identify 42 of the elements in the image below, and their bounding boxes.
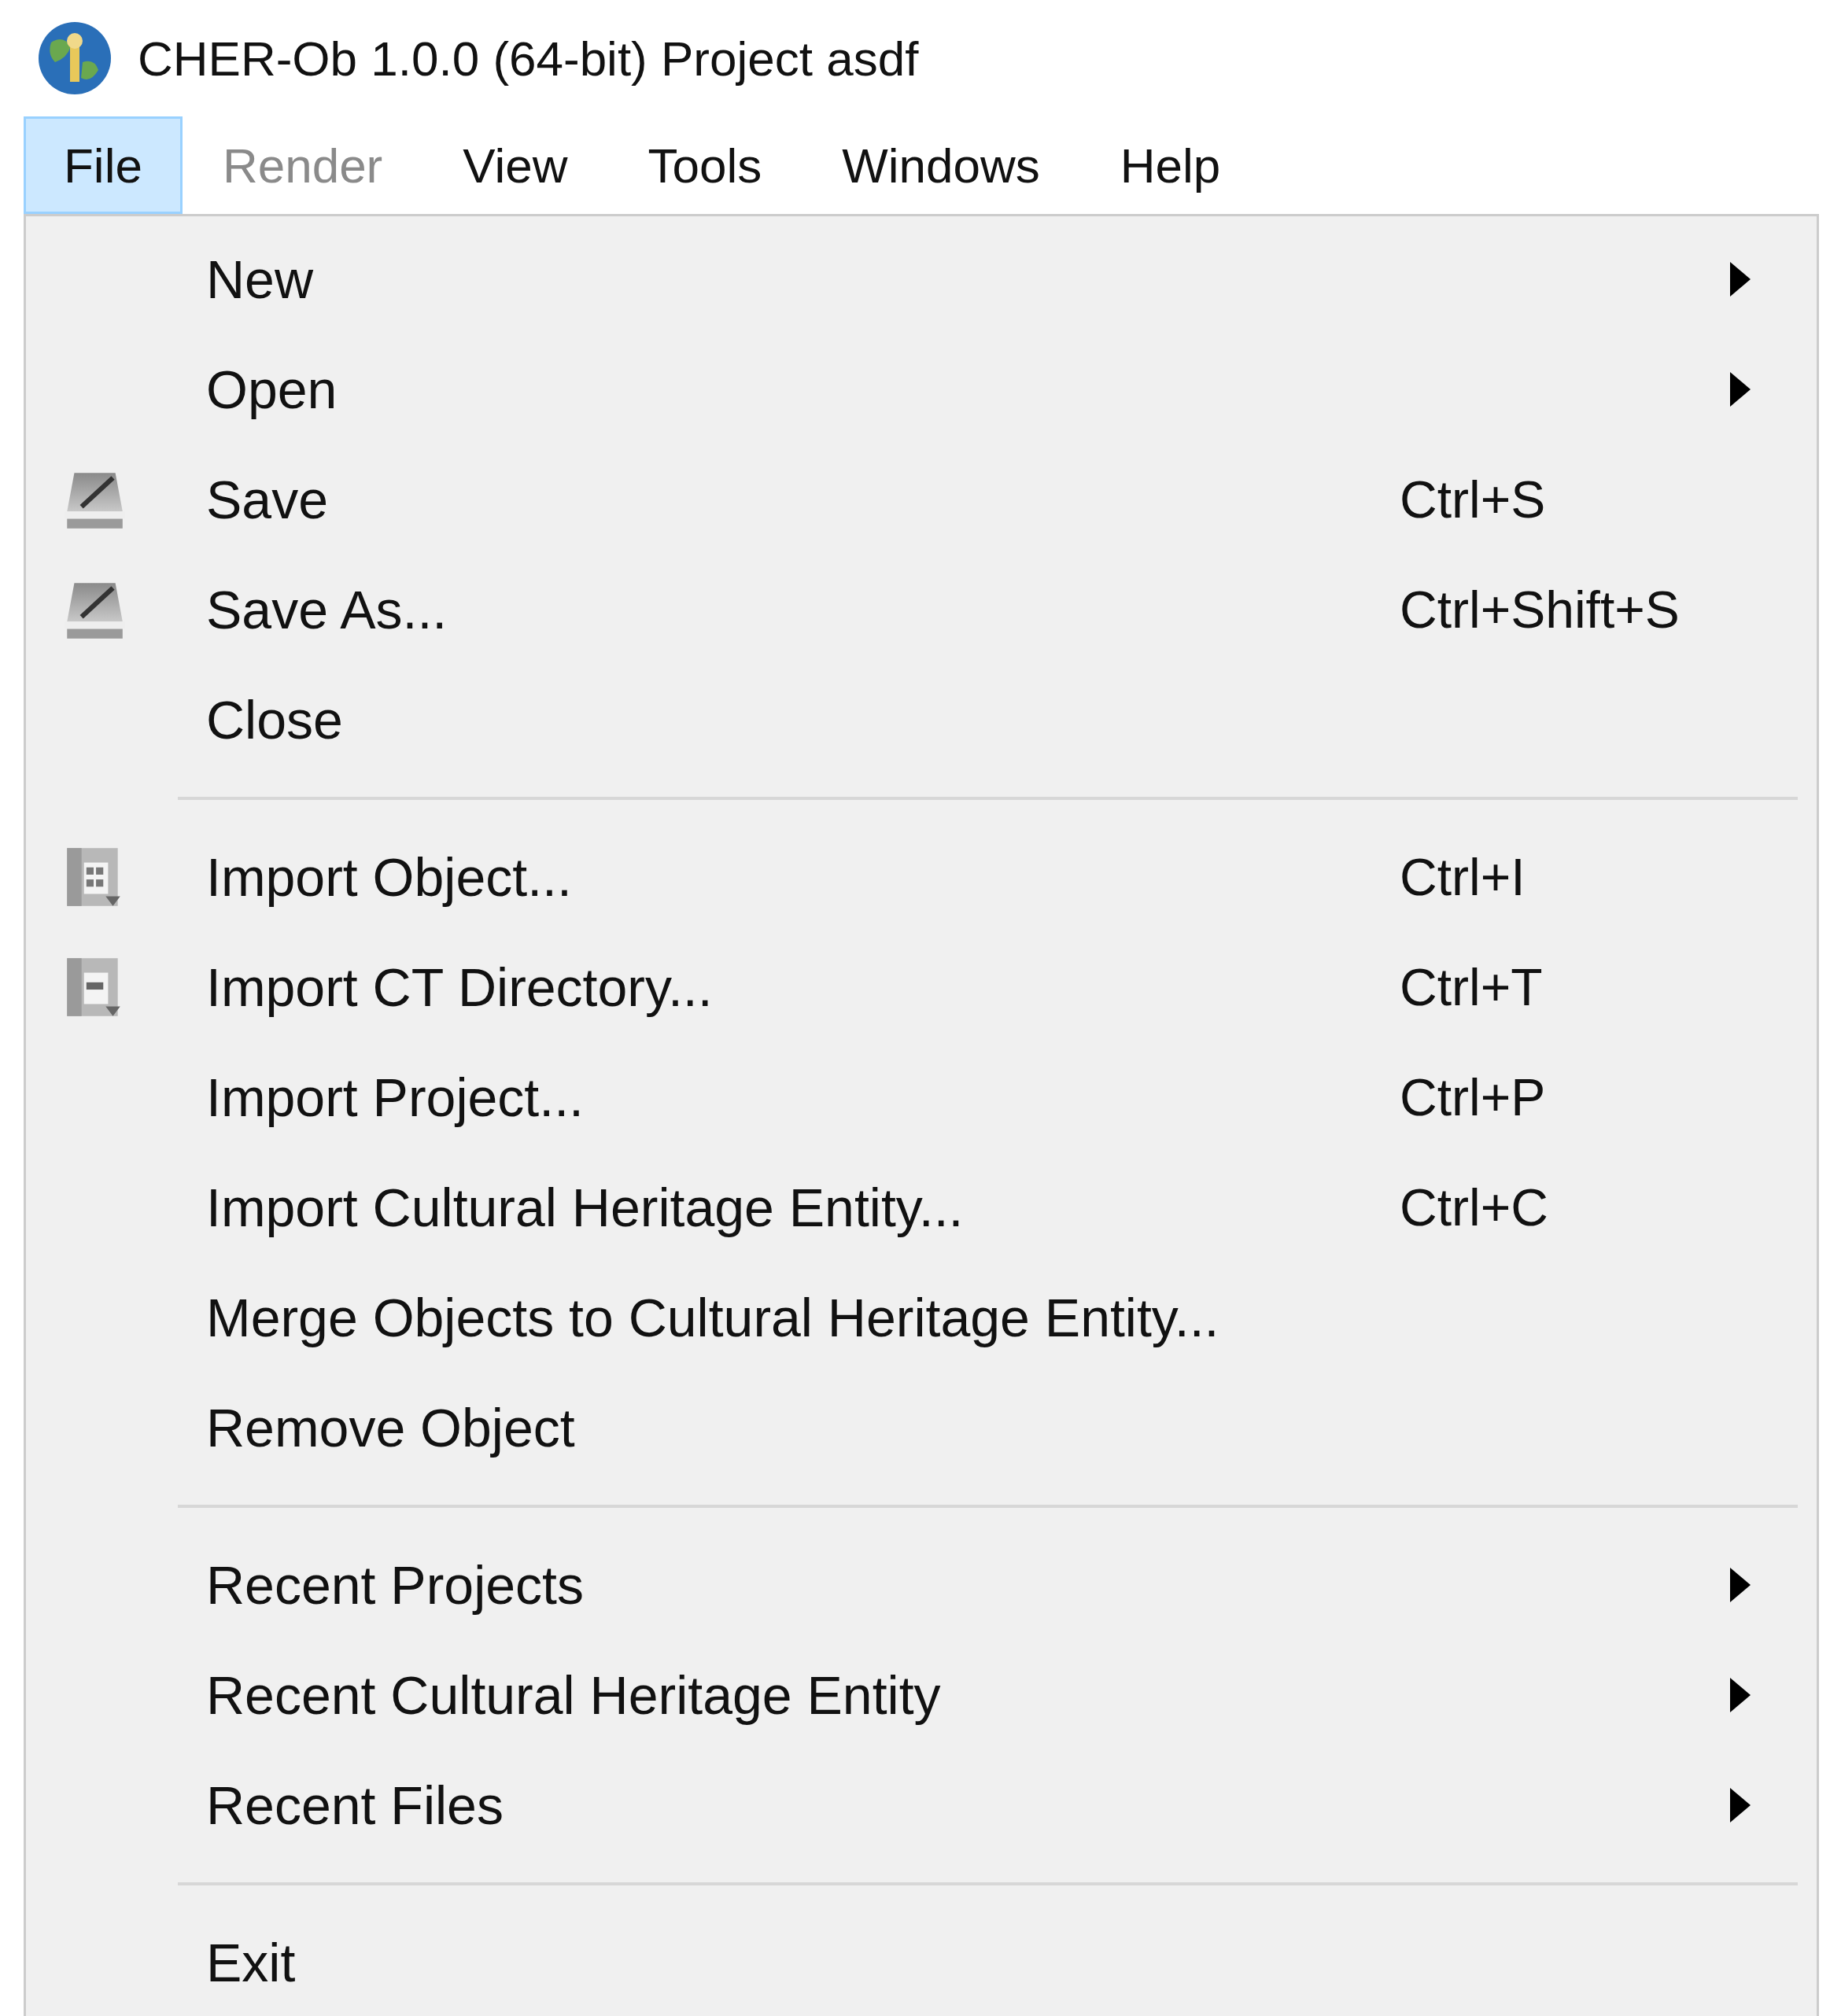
shortcut-label: Ctrl+C (1400, 1177, 1548, 1238)
window-title: CHER-Ob 1.0.0 (64-bit) Project asdf (138, 30, 919, 87)
shortcut-label: Ctrl+I (1400, 846, 1526, 908)
menu-bar-item[interactable]: Tools (607, 116, 802, 214)
shortcut-label: Ctrl+Shift+S (1400, 579, 1680, 640)
menu-bar-item[interactable]: Help (1079, 116, 1261, 214)
menu-item[interactable]: Import Cultural Heritage Entity... Ctrl+C (26, 1152, 1817, 1262)
menu-item-label: Exit (206, 1932, 297, 1994)
menu-item[interactable]: Remove Object (26, 1373, 1817, 1483)
menu-bar-item[interactable]: File (24, 116, 183, 214)
menu-item-label: Close (206, 689, 344, 751)
shortcut-label: Ctrl+P (1400, 1067, 1546, 1128)
menu-item[interactable]: Open (26, 334, 1817, 444)
menu-item-label: Recent Cultural Heritage Entity (206, 1664, 942, 1727)
menu-item-label: Import Object... (206, 846, 573, 908)
menu-item[interactable]: Recent Files (26, 1750, 1817, 1860)
menu-item-label: Import CT Directory... (206, 956, 714, 1019)
menu-item[interactable]: Import CT Directory... Ctrl+T (26, 932, 1817, 1042)
menu-item[interactable]: Exit (26, 1907, 1817, 2016)
menu-item[interactable]: Save As... Ctrl+Shift+S (26, 555, 1817, 665)
menu-bar-item[interactable]: View (422, 116, 608, 214)
menu-item-label: Import Cultural Heritage Entity... (206, 1177, 965, 1239)
menu-item-label: Recent Files (206, 1775, 504, 1837)
menu-item[interactable]: Merge Objects to Cultural Heritage Entity... (26, 1262, 1817, 1373)
shortcut-label: Ctrl+S (1400, 469, 1546, 530)
menu-item[interactable]: New (26, 224, 1817, 334)
menu-item[interactable]: Import Object... Ctrl+I (26, 822, 1817, 932)
menu-item-label: Merge Objects to Cultural Heritage Entity... (206, 1287, 1220, 1349)
menu-item-label: New (206, 249, 315, 311)
menu-item-label: Remove Object (206, 1397, 576, 1459)
menu-item-label: Recent Projects (206, 1554, 585, 1616)
menu-item[interactable]: Recent Cultural Heritage Entity (26, 1640, 1817, 1750)
shortcut-label: Ctrl+T (1400, 956, 1543, 1018)
menu-item-label: Import Project... (206, 1067, 585, 1129)
menu-item-label: Open (206, 359, 338, 421)
menu-item-label: Save As... (206, 579, 448, 641)
menu-item[interactable]: Recent Projects (26, 1530, 1817, 1640)
menu-item[interactable]: Close (26, 665, 1817, 775)
menu-item[interactable]: Save Ctrl+S (26, 444, 1817, 555)
menu-bar-item[interactable]: Windows (802, 116, 1080, 214)
menu-item[interactable]: Import Project... Ctrl+P (26, 1042, 1817, 1152)
menu-item-label: Save (206, 469, 329, 531)
